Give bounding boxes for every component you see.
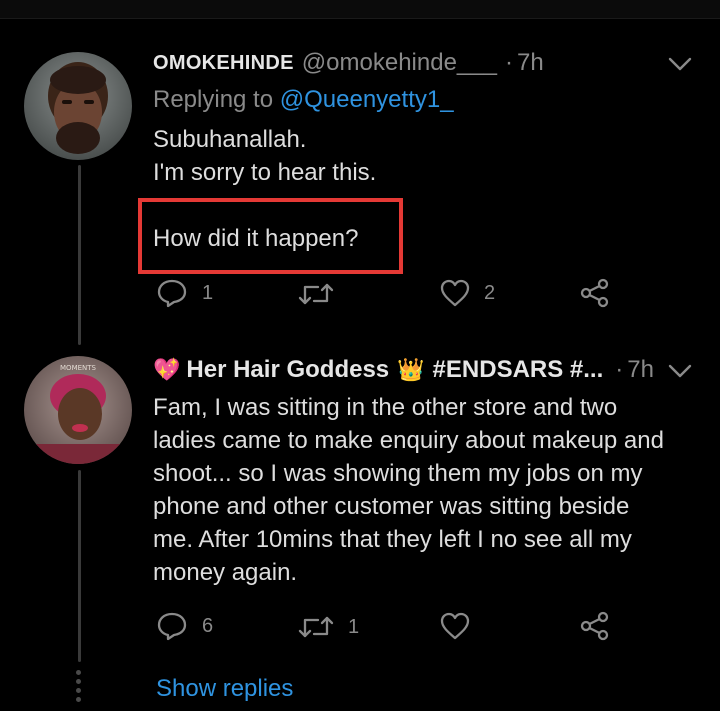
tweet1-timestamp[interactable]: 7h [517,49,544,77]
svg-text:MOMENTS: MOMENTS [60,364,97,372]
reply-icon [157,279,187,308]
tweet1-reply-count: 1 [202,281,214,304]
tweet1-author-handle[interactable]: @omokehinde___ [302,49,497,77]
like-icon [440,279,470,307]
tweet1-like-count: 2 [484,281,496,304]
tweet1-reply-button[interactable]: 1 [156,278,213,308]
tweet2-author-name[interactable]: Her Hair Goddess [186,356,389,384]
tweet2-separator: · [615,356,624,383]
top-divider [0,0,720,19]
tweet1-text-line2: I'm sorry to hear this. [153,159,377,186]
avatar-omokehinde[interactable] [24,52,132,160]
tweet1-like-button[interactable]: 2 [440,279,495,307]
thread-line-1 [78,165,81,345]
tweet2-text-line: Fam, I was sitting in the other store an… [153,394,618,421]
retweet-icon [298,283,334,305]
replying-to-mention[interactable]: @Queenyetty1_ [280,86,454,113]
tweet1-text: Subuhanallah. I'm sorry to hear this. [153,123,376,189]
tweet2-author-name-tail[interactable]: #ENDSARS #... [433,356,604,384]
tweet2-retweet-button[interactable]: 1 [298,614,359,640]
tweet2-share-button[interactable] [580,611,610,641]
retweet-icon [298,616,334,638]
show-replies-link[interactable]: Show replies [156,675,293,703]
tweet1-header: OMOKEHINDE @omokehinde___ · 7h [153,49,544,77]
tweet2-text-line: shoot... so I was showing them my jobs o… [153,460,643,487]
tweet2-reply-button[interactable]: 6 [156,611,213,641]
tweet2-like-button[interactable] [440,612,484,640]
tweet1-separator: · [504,49,513,76]
tweet2-text: Fam, I was sitting in the other store an… [153,391,713,589]
thread-line-2 [78,470,81,662]
tweet2-text-line: phone and other customer was sitting bes… [153,493,630,520]
tweet2-text-line: ladies came to make enquiry about makeup… [153,427,664,454]
tweet1-replying-to: Replying to @Queenyetty1_ [153,86,454,114]
tweet1-retweet-button[interactable] [298,281,348,307]
tweet1-share-button[interactable] [580,278,610,308]
crown-emoji-icon: 👑 [397,357,425,382]
tweet1-text-highlighted: How did it happen? [153,225,359,252]
tweet1-author-name[interactable]: OMOKEHINDE [153,52,294,75]
reply-icon [157,612,187,641]
tweet2-timestamp[interactable]: 7h [627,356,654,384]
tweet2-reply-count: 6 [202,614,214,637]
tweet2-text-line: money again. [153,559,298,586]
share-icon [580,611,609,641]
thread-dots [76,670,82,706]
tweet1-text-line1: Subuhanallah. [153,126,307,153]
tweet2-retweet-count: 1 [348,615,360,638]
share-icon [580,278,609,308]
avatar-her-hair-goddess[interactable]: MOMENTS [24,356,132,464]
chevron-down-icon[interactable] [667,55,693,73]
like-icon [440,612,470,640]
heart-emoji-icon: 💖 [153,357,181,382]
chevron-down-icon[interactable] [667,362,693,380]
replying-to-label: Replying to [153,86,274,113]
tweet2-text-line: me. After 10mins that they left I no see… [153,526,632,553]
tweet2-header: 💖 Her Hair Goddess 👑 #ENDSARS #... · 7h [153,356,654,384]
